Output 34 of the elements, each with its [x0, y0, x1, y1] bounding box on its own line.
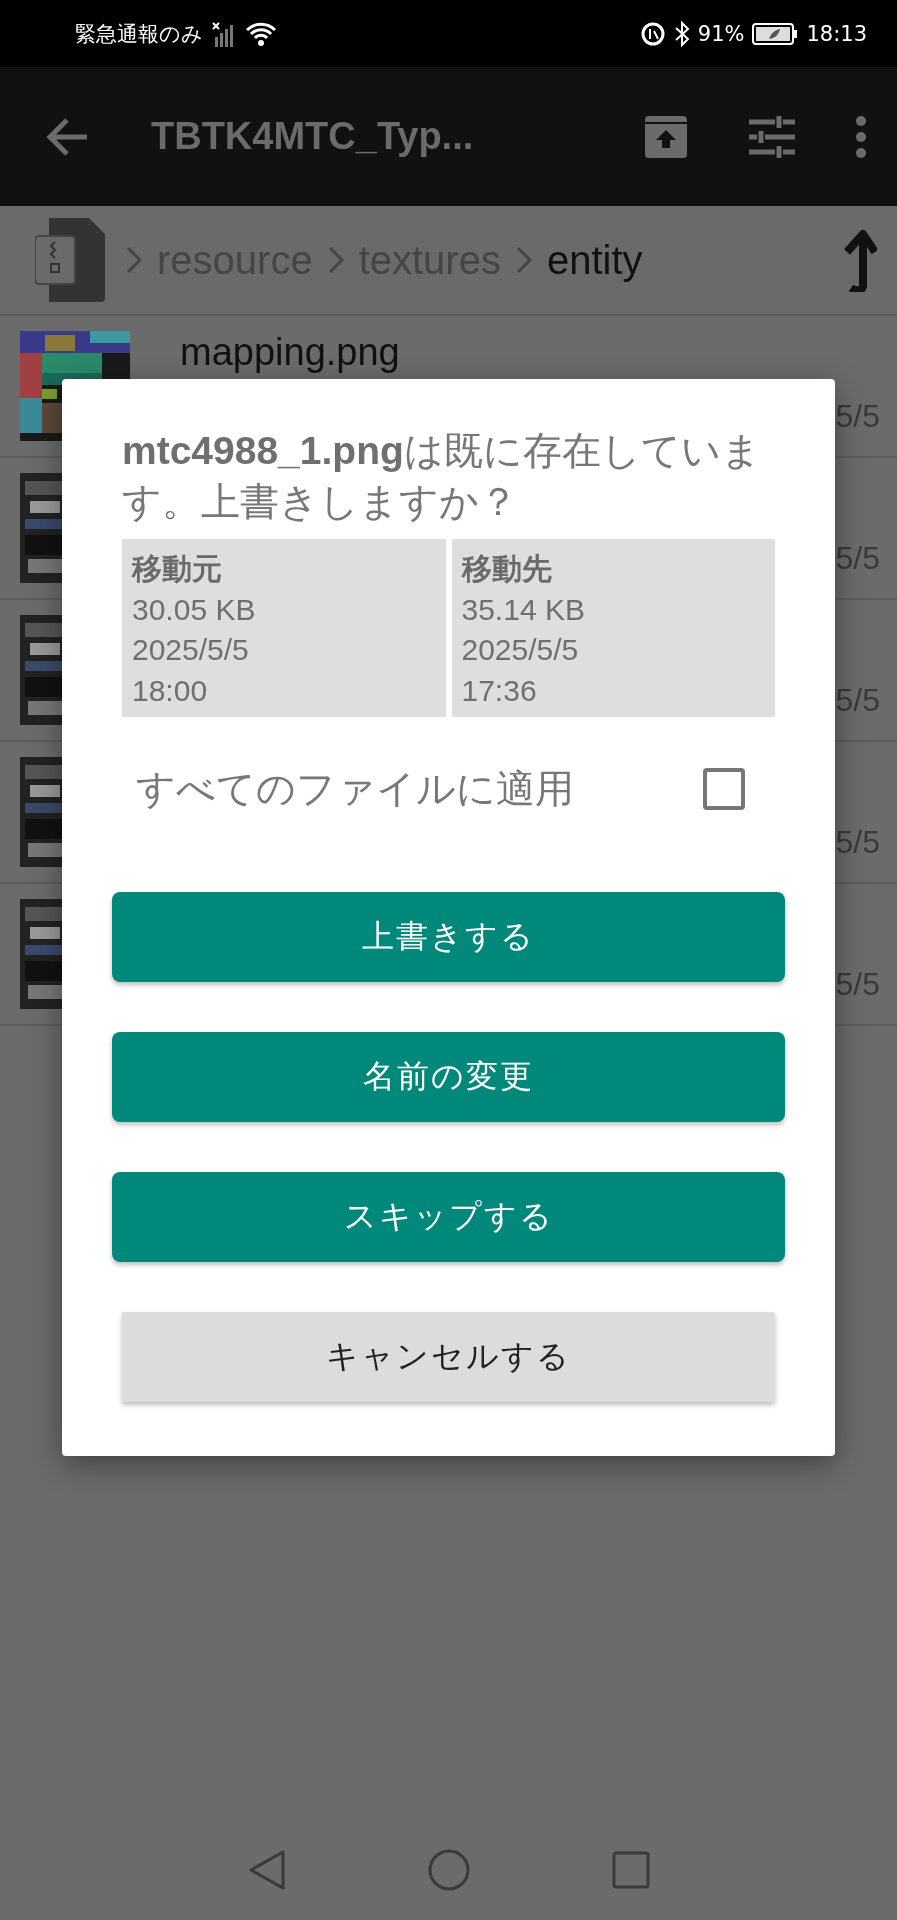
- window-title: TBTK4MTC_Typ...: [151, 115, 475, 158]
- breadcrumb-item[interactable]: entity: [546, 237, 643, 283]
- battery-percent: 91%: [697, 21, 745, 46]
- carrier-text: 緊急通報のみ: [75, 20, 203, 48]
- dialog-button[interactable]: キャンセルする: [122, 1312, 775, 1403]
- dialog-button[interactable]: スキップする: [112, 1172, 785, 1263]
- checkbox-label: すべてのファイルに適用: [136, 765, 574, 814]
- recents-nav-icon[interactable]: [610, 1850, 651, 1890]
- home-nav-icon[interactable]: [426, 1848, 471, 1892]
- dialog-button[interactable]: 上書きする: [112, 892, 785, 983]
- battery-icon: [752, 22, 799, 45]
- wifi-icon: [245, 20, 277, 47]
- file-name: mapping.png: [180, 331, 401, 374]
- file-size: 30.05 KB: [132, 591, 257, 628]
- archive-upload-icon[interactable]: [643, 113, 689, 160]
- file-date-text: 2025/5/5: [132, 632, 250, 669]
- chevron-icon: [514, 245, 533, 275]
- dialog-button[interactable]: 名前の変更: [112, 1032, 785, 1123]
- apply-all-checkbox[interactable]: [703, 768, 745, 811]
- file-time: 17:36: [461, 672, 538, 709]
- file-time: 18:00: [132, 672, 209, 709]
- bluetooth-icon: [673, 20, 690, 47]
- info-heading: 移動元: [132, 551, 223, 588]
- file-size: 35.14 KB: [461, 591, 586, 628]
- chevron-icon: [326, 245, 345, 275]
- file-date-text: 2025/5/5: [461, 632, 580, 669]
- more-icon[interactable]: [855, 114, 867, 159]
- chevron-icon: [125, 245, 143, 275]
- clock-text: 18:13: [806, 21, 867, 46]
- info-heading: 移動先: [461, 551, 553, 588]
- data-saver-icon: [639, 20, 666, 47]
- dialog-message: mtc4988_1.pngは既に存在しています。上書きしますか？: [122, 428, 762, 525]
- back-arrow-icon[interactable]: [45, 116, 89, 157]
- tune-icon[interactable]: [749, 115, 795, 158]
